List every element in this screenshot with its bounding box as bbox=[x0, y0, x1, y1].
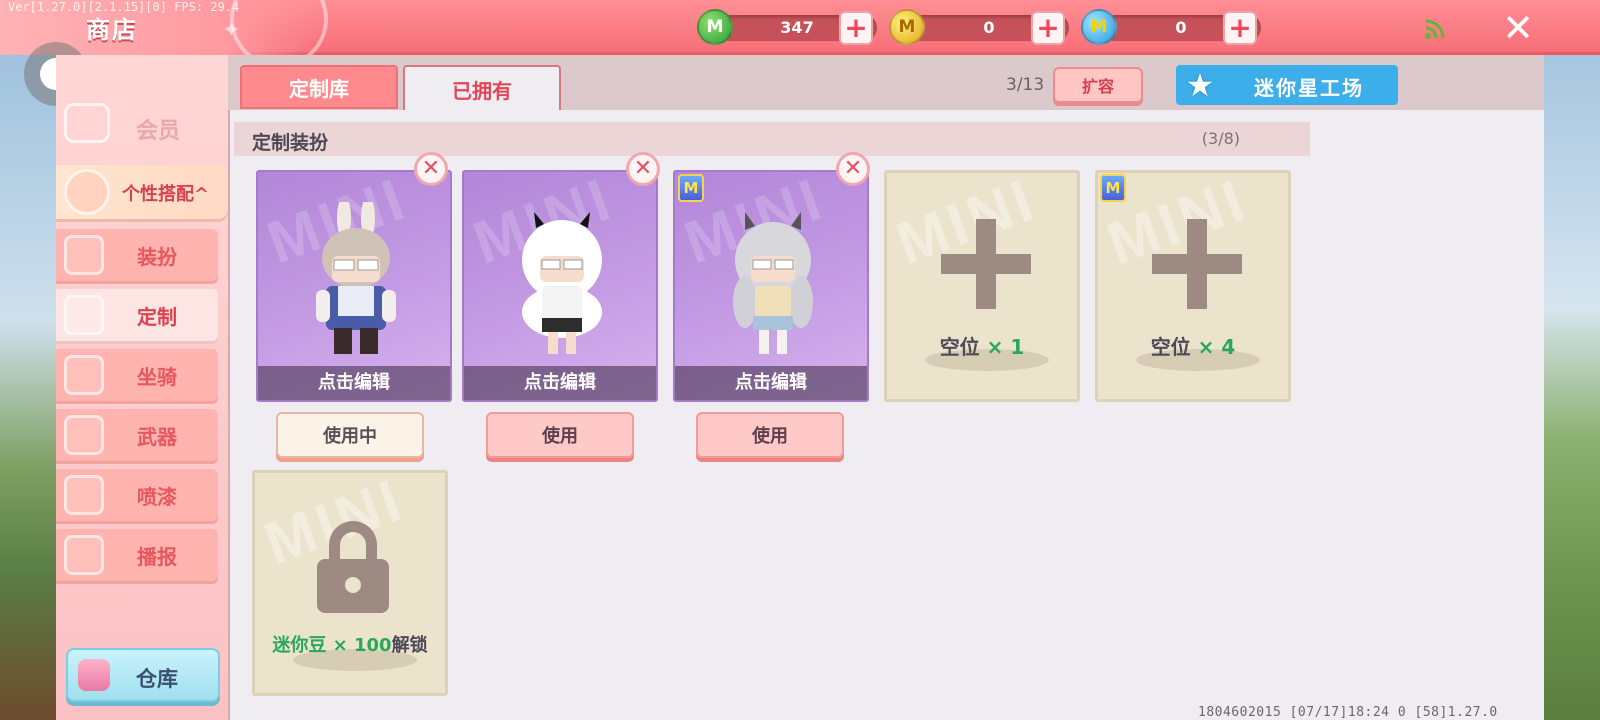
currency-gold-coins: 0 M + bbox=[889, 9, 1089, 45]
empty-slot-label: 空位 × 1 bbox=[887, 331, 1077, 360]
slot-prefix: 空位 bbox=[1150, 335, 1191, 359]
outfit-in-use-button[interactable]: 使用中 bbox=[276, 412, 424, 458]
empty-slot-card[interactable]: MINI 空位 × 1 bbox=[884, 170, 1080, 402]
background-scenery-right bbox=[1542, 55, 1600, 720]
capacity-counter: 3/13 bbox=[1006, 75, 1045, 95]
star-icon: ★ bbox=[1185, 66, 1215, 104]
gun-icon bbox=[64, 415, 104, 455]
unlock-cost-label: 迷你豆 × 100解锁 bbox=[255, 631, 445, 657]
avatar-silver-hair-outfit bbox=[733, 212, 813, 354]
footer-build-info: 1804602015 [07/17]18:24 0 [58]1.27.0 bbox=[1198, 705, 1498, 720]
currency-blue-coins: 0 M + bbox=[1081, 9, 1281, 45]
locked-slot-card[interactable]: MINI 迷你豆 × 100解锁 bbox=[252, 470, 448, 696]
edit-outfit-label[interactable]: 点击编辑 bbox=[258, 366, 450, 400]
sidebar-item-broadcast[interactable]: 播报 bbox=[56, 529, 218, 581]
sidebar-item-weapon[interactable]: 武器 bbox=[56, 409, 218, 461]
lock-keyhole bbox=[345, 577, 361, 593]
spray-can-icon bbox=[64, 475, 104, 515]
section-header: 定制装扮 (3/8) bbox=[234, 122, 1310, 156]
empty-slot-card[interactable]: MINI 空位 × 4 bbox=[1095, 170, 1291, 402]
sidebar-item-label: 定制 bbox=[137, 304, 177, 329]
page-title: 商店 bbox=[86, 16, 138, 44]
delete-outfit-button[interactable]: ✕ bbox=[836, 152, 870, 186]
currency-mini-coins: 347 M + bbox=[697, 9, 897, 45]
add-blue-coins-button[interactable]: + bbox=[1223, 11, 1257, 45]
gold-coin-icon: M bbox=[889, 9, 925, 45]
sidebar-group-personal-style[interactable]: 个性搭配^ bbox=[56, 165, 228, 219]
outfit-card[interactable]: MINI 点击编辑 bbox=[462, 170, 658, 402]
edit-outfit-label[interactable]: 点击编辑 bbox=[675, 366, 867, 400]
background-scenery-left bbox=[0, 55, 60, 720]
sidebar-item-label: 喷漆 bbox=[137, 484, 177, 509]
sidebar-group-label: 个性搭配^ bbox=[122, 180, 209, 206]
outfit-card[interactable]: MINI 点击编辑 bbox=[256, 170, 452, 402]
sidebar-item-dressup[interactable]: 装扮 bbox=[56, 229, 218, 281]
avatar-white-hair-outfit bbox=[522, 212, 602, 354]
chest-icon bbox=[78, 659, 110, 691]
close-button[interactable]: ✕ bbox=[1498, 8, 1538, 48]
mini-coin-badge-icon: M bbox=[1100, 174, 1126, 202]
sidebar-item-custom[interactable]: 定制 bbox=[56, 289, 218, 341]
sidebar-item-spray[interactable]: 喷漆 bbox=[56, 469, 218, 521]
outfit-card[interactable]: MINI 点击编辑 bbox=[673, 170, 869, 402]
tab-custom-library[interactable]: 定制库 bbox=[240, 65, 398, 109]
add-mini-coins-button[interactable]: + bbox=[839, 11, 873, 45]
use-outfit-button[interactable]: 使用 bbox=[696, 412, 844, 458]
mount-icon bbox=[64, 355, 104, 395]
section-count: (3/8) bbox=[1201, 129, 1240, 148]
sidebar-item-label: 会员 bbox=[136, 119, 181, 144]
member-icon bbox=[64, 103, 110, 143]
chevron-up-icon: ^ bbox=[194, 184, 210, 205]
sidebar: 会员 个性搭配^ 装扮 定制 坐骑 武器 喷漆 播报 仓库 bbox=[56, 55, 228, 720]
tabs-bar: 定制库 已拥有 3/13 扩容 ★ 迷你星工场 bbox=[228, 55, 1544, 111]
sidebar-item-label: 武器 bbox=[137, 424, 177, 449]
content-panel: 定制装扮 (3/8) MINI 点击编辑 ✕ 使用中 MINI bbox=[228, 110, 1544, 720]
green-mini-coin-icon: M bbox=[697, 9, 733, 45]
plus-icon bbox=[941, 219, 1031, 309]
use-outfit-button[interactable]: 使用 bbox=[486, 412, 634, 458]
unlock-suffix: 解锁 bbox=[391, 635, 428, 656]
tab-owned[interactable]: 已拥有 bbox=[403, 65, 561, 111]
paint-tools-icon bbox=[64, 295, 104, 335]
group-label-text: 个性搭配 bbox=[122, 184, 194, 205]
sidebar-item-member[interactable]: 会员 bbox=[56, 103, 226, 153]
shirt-icon bbox=[64, 235, 104, 275]
sidebar-item-label: 装扮 bbox=[137, 244, 177, 269]
sidebar-item-mount[interactable]: 坐骑 bbox=[56, 349, 218, 401]
edit-outfit-label[interactable]: 点击编辑 bbox=[464, 366, 656, 400]
unlock-currency: 迷你豆 × 100 bbox=[272, 635, 392, 656]
megaphone-icon bbox=[64, 535, 104, 575]
signal-icon bbox=[1425, 19, 1445, 39]
avatar-bunny-outfit bbox=[316, 202, 396, 354]
lock-icon bbox=[317, 521, 389, 613]
sidebar-item-label: 播报 bbox=[137, 544, 177, 569]
slot-count: × 4 bbox=[1197, 335, 1236, 359]
section-title: 定制装扮 bbox=[252, 132, 329, 154]
mini-coin-badge-icon: M bbox=[678, 174, 704, 202]
expand-capacity-button[interactable]: 扩容 bbox=[1053, 67, 1143, 103]
mini-star-workshop-button[interactable]: ★ 迷你星工场 bbox=[1176, 65, 1398, 105]
delete-outfit-button[interactable]: ✕ bbox=[626, 152, 660, 186]
outfit-style-icon bbox=[64, 169, 110, 215]
warehouse-label: 仓库 bbox=[136, 667, 178, 691]
blue-mini-coin-icon: M bbox=[1081, 9, 1117, 45]
empty-slot-label: 空位 × 4 bbox=[1098, 331, 1288, 360]
warehouse-button[interactable]: 仓库 bbox=[66, 648, 220, 702]
plus-icon bbox=[1152, 219, 1242, 309]
sidebar-item-label: 坐骑 bbox=[137, 364, 177, 389]
top-bar: ✦ Ver[1.27.0][2.1.15][0] FPS: 29.4 商店 34… bbox=[0, 0, 1600, 68]
delete-outfit-button[interactable]: ✕ bbox=[414, 152, 448, 186]
workshop-label: 迷你星工场 bbox=[1254, 76, 1364, 100]
slot-count: × 1 bbox=[986, 335, 1025, 359]
star-decoration-icon: ✦ bbox=[222, 18, 241, 43]
slot-prefix: 空位 bbox=[939, 335, 980, 359]
add-gold-coins-button[interactable]: + bbox=[1031, 11, 1065, 45]
